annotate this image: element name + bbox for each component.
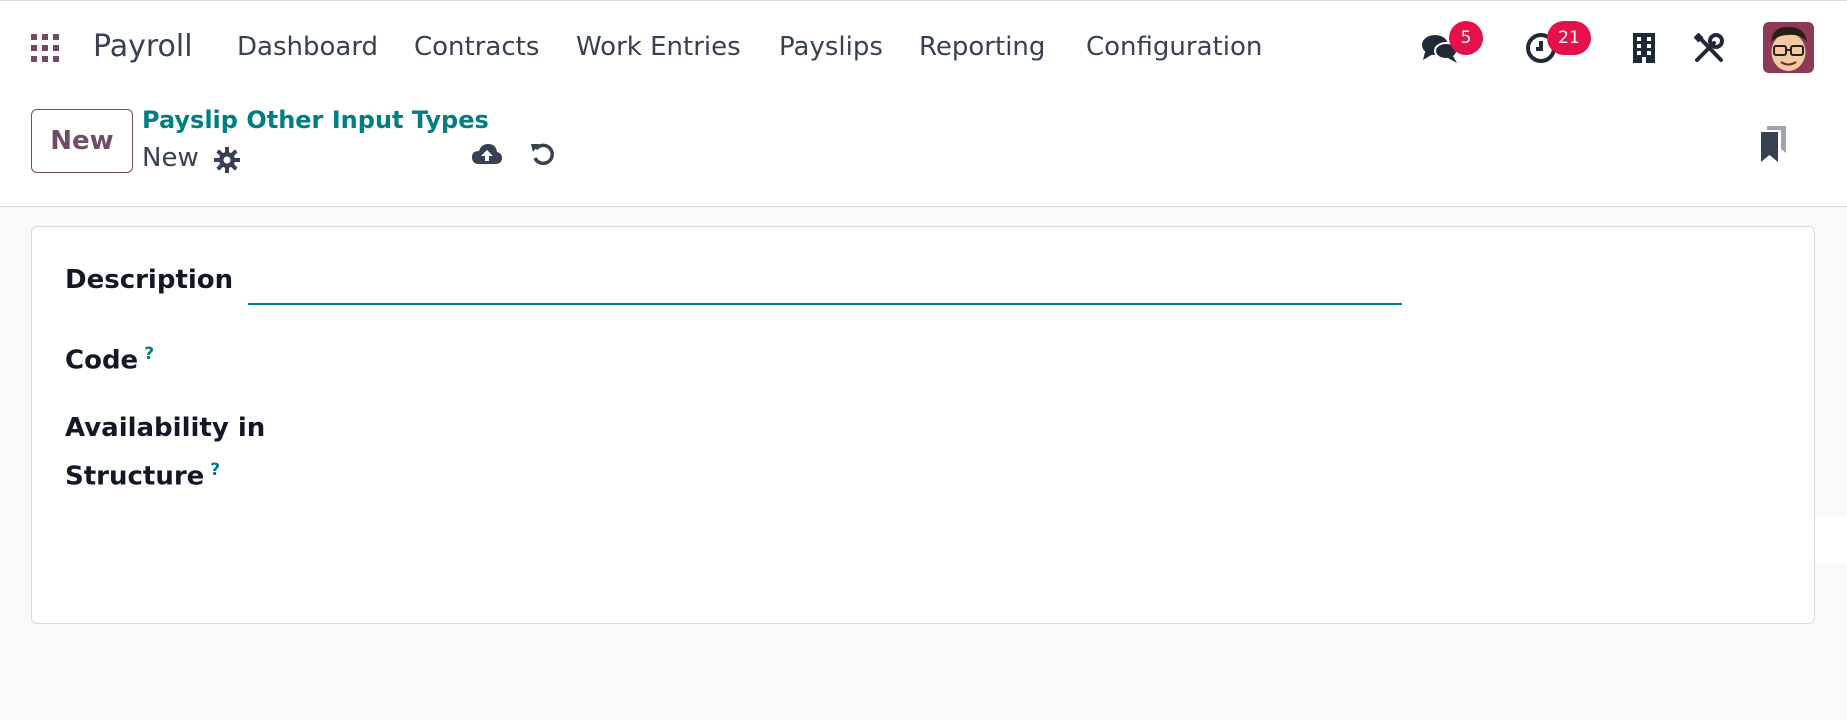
menu-contracts[interactable]: Contracts [414,32,539,62]
menu-configuration[interactable]: Configuration [1086,32,1262,62]
undo-icon[interactable] [530,141,556,167]
availability-label: Availability in Structure? [65,407,265,498]
menu-payslips[interactable]: Payslips [779,32,883,62]
new-button[interactable]: New [31,109,133,173]
code-input[interactable] [248,335,1402,375]
record-name: New [142,143,199,173]
menu-work-entries[interactable]: Work Entries [576,32,741,62]
control-panel: New Payslip Other Input Types New [0,92,1847,207]
menu-reporting[interactable]: Reporting [919,32,1045,62]
app-name[interactable]: Payroll [93,29,193,64]
tools-icon[interactable] [1694,33,1724,63]
messages-badge: 5 [1449,21,1483,55]
code-label-text: Code [65,345,139,376]
availability-help-icon[interactable]: ? [210,460,220,480]
description-label: Description [65,265,234,295]
building-icon[interactable] [1632,33,1656,63]
avatar-image [1763,22,1814,73]
menu-dashboard[interactable]: Dashboard [237,32,378,62]
user-avatar[interactable] [1763,22,1814,73]
description-input[interactable] [248,265,1402,305]
availability-input[interactable] [248,409,1402,449]
code-help-icon[interactable]: ? [144,344,154,364]
page-edge-strip [1815,516,1847,564]
gear-icon[interactable] [214,147,240,173]
form-sheet: Description Code? Availability in Struct… [31,226,1815,624]
apps-grid-icon[interactable] [31,34,59,62]
availability-label-line1: Availability in [65,413,266,443]
top-navbar: Payroll Dashboard Contracts Work Entries… [0,0,1847,92]
breadcrumb-payslip-other-input-types[interactable]: Payslip Other Input Types [142,106,489,134]
activities-badge: 21 [1547,21,1591,55]
bookmark-icon[interactable] [1759,125,1787,163]
cloud-upload-icon[interactable] [471,142,503,166]
code-label: Code? [65,333,154,382]
availability-label-line2: Structure [65,461,205,492]
